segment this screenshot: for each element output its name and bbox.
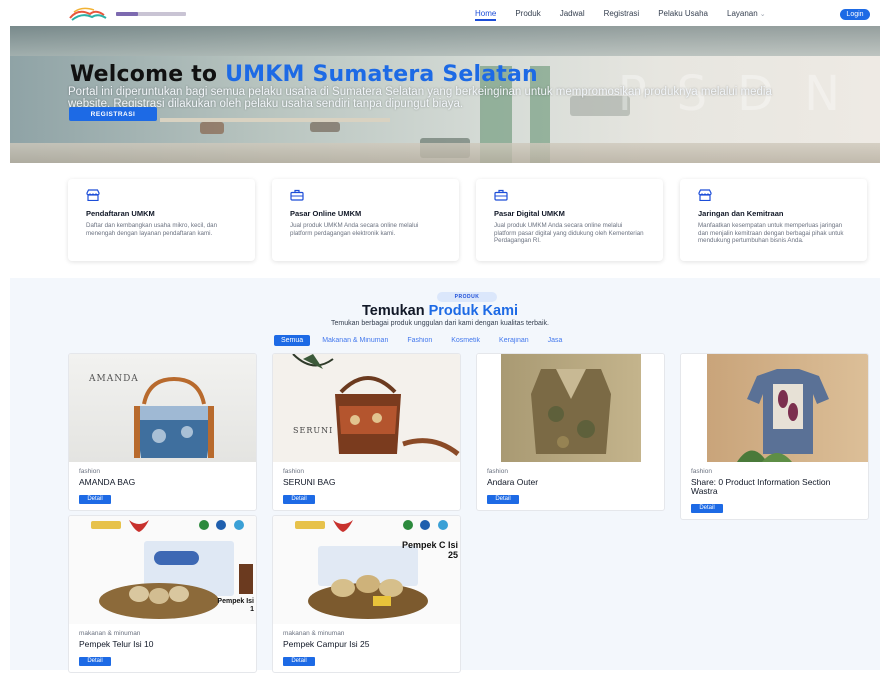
nav-produk[interactable]: Produk bbox=[515, 9, 540, 18]
feature-title: Pendaftaran UMKM bbox=[86, 209, 155, 218]
product-category: makanan & minuman bbox=[79, 630, 141, 637]
product-name[interactable]: Share: 0 Product Information Section Was… bbox=[691, 478, 858, 496]
product-image: SERUNI bbox=[273, 354, 460, 462]
product-name[interactable]: Pempek Telur Isi 10 bbox=[79, 640, 246, 649]
nav-jadwal[interactable]: Jadwal bbox=[560, 9, 585, 18]
briefcase-icon bbox=[494, 189, 508, 201]
nav-registrasi[interactable]: Registrasi bbox=[604, 9, 640, 18]
umkm-logo[interactable] bbox=[68, 6, 194, 22]
product-image: Pempek Isi 1 bbox=[69, 516, 256, 624]
category-filters: Semua Makanan & Minuman Fashion Kosmetik… bbox=[274, 335, 581, 346]
product-category: fashion bbox=[79, 468, 100, 475]
product-category: fashion bbox=[691, 468, 712, 475]
nav-pelaku-usaha[interactable]: Pelaku Usaha bbox=[658, 9, 708, 18]
briefcase-icon bbox=[290, 189, 304, 201]
hero-title-prefix: Welcome to bbox=[70, 62, 226, 87]
feature-title: Pasar Online UMKM bbox=[290, 209, 362, 218]
product-image: Pempek C Isi 25 bbox=[273, 516, 460, 624]
hero-decor bbox=[10, 143, 880, 163]
feature-card: Pasar Digital UMKM Jual produk UMKM Anda… bbox=[476, 179, 663, 261]
hero-subtitle: Portal ini diperuntukan bagi semua pelak… bbox=[68, 86, 772, 110]
section-badge: PRODUK bbox=[437, 292, 497, 302]
product-card[interactable]: SERUNI fashion SERUNI BAG Detail bbox=[272, 353, 461, 511]
hero-banner: PSDN Welcome to UMKM Sumatera Selatan Po… bbox=[10, 26, 880, 163]
feature-card: Pasar Online UMKM Jual produk UMKM Anda … bbox=[272, 179, 459, 261]
shirt-illustration bbox=[737, 369, 829, 462]
detail-button[interactable]: Detail bbox=[79, 494, 111, 504]
product-name[interactable]: AMANDA BAG bbox=[79, 478, 246, 487]
chevron-down-icon: ⌄ bbox=[759, 10, 766, 18]
store-icon bbox=[86, 189, 100, 202]
products-title-prefix: Temukan bbox=[361, 303, 429, 319]
hero-decor bbox=[310, 122, 340, 132]
detail-button[interactable]: Detail bbox=[79, 656, 111, 666]
feature-title: Jaringan dan Kemitraan bbox=[698, 209, 784, 218]
product-image bbox=[681, 354, 868, 462]
product-name[interactable]: Pempek Campur Isi 25 bbox=[283, 640, 450, 649]
feature-desc: Jual produk UMKM Anda secara online mela… bbox=[290, 222, 419, 237]
product-image bbox=[477, 354, 664, 462]
product-card[interactable]: AMANDA fashion AMANDA BAG Detail bbox=[68, 353, 257, 511]
feature-desc: Daftar dan kembangkan usaha mikro, kecil… bbox=[86, 222, 218, 237]
product-category: fashion bbox=[487, 468, 508, 475]
nav-links: Home Produk Jadwal Registrasi Pelaku Usa… bbox=[475, 0, 785, 26]
product-image-text: Pempek Isi 1 bbox=[217, 598, 254, 613]
nav-home[interactable]: Home bbox=[475, 9, 497, 21]
filter-jasa[interactable]: Jasa bbox=[548, 337, 563, 344]
feature-cards: Pendaftaran UMKM Daftar dan kembangkan u… bbox=[68, 179, 868, 261]
login-button[interactable]: Login bbox=[840, 9, 870, 20]
hero-decor bbox=[200, 122, 224, 134]
navbar: Home Produk Jadwal Registrasi Pelaku Usa… bbox=[0, 0, 880, 26]
detail-button[interactable]: Detail bbox=[283, 656, 315, 666]
pempek-illustration bbox=[295, 520, 448, 619]
product-card[interactable]: fashion Share: 0 Product Information Sec… bbox=[680, 353, 869, 520]
feature-desc: Manfaatkan kesempatan untuk memperluas j… bbox=[698, 222, 844, 245]
filter-kerajinan[interactable]: Kerajinan bbox=[499, 337, 529, 344]
filter-fashion[interactable]: Fashion bbox=[407, 337, 432, 344]
product-category: fashion bbox=[283, 468, 304, 475]
products-subtitle: Temukan berbagai produk unggulan dari ka… bbox=[331, 320, 549, 327]
product-image-text: Pempek C Isi 25 bbox=[401, 540, 458, 560]
filter-semua[interactable]: Semua bbox=[274, 335, 311, 346]
product-card[interactable]: Pempek C Isi 25 makanan & minuman Pempek… bbox=[272, 515, 461, 673]
products-title-highlight: Produk Kami bbox=[428, 303, 519, 319]
product-name[interactable]: Andara Outer bbox=[487, 478, 654, 487]
feature-card: Pendaftaran UMKM Daftar dan kembangkan u… bbox=[68, 179, 255, 261]
bag-illustration bbox=[134, 376, 214, 458]
registrasi-button[interactable]: REGISTRASI bbox=[69, 107, 157, 121]
nav-layanan-label: Layanan bbox=[727, 8, 758, 18]
hero-title: Welcome to UMKM Sumatera Selatan bbox=[70, 62, 538, 87]
filter-kosmetik[interactable]: Kosmetik bbox=[451, 337, 480, 344]
outer-illustration bbox=[531, 369, 611, 454]
bag-illustration bbox=[292, 354, 460, 456]
hero-title-highlight: UMKM Sumatera Selatan bbox=[225, 62, 538, 87]
product-card[interactable]: Pempek Isi 1 makanan & minuman Pempek Te… bbox=[68, 515, 257, 673]
products-title: Temukan Produk Kami bbox=[0, 303, 880, 319]
detail-button[interactable]: Detail bbox=[283, 494, 315, 504]
product-category: makanan & minuman bbox=[283, 630, 345, 637]
filter-makanan-minuman[interactable]: Makanan & Minuman bbox=[322, 337, 388, 344]
feature-desc: Jual produk UMKM Anda secara online mela… bbox=[494, 222, 644, 245]
product-image: AMANDA bbox=[69, 354, 256, 462]
feature-card: Jaringan dan Kemitraan Manfaatkan kesemp… bbox=[680, 179, 867, 261]
product-card[interactable]: fashion Andara Outer Detail bbox=[476, 353, 665, 511]
nav-layanan[interactable]: Layanan ⌄ bbox=[727, 9, 766, 18]
product-name[interactable]: SERUNI BAG bbox=[283, 478, 450, 487]
detail-button[interactable]: Detail bbox=[487, 494, 519, 504]
store-icon bbox=[698, 189, 712, 202]
feature-title: Pasar Digital UMKM bbox=[494, 209, 565, 218]
hero-background bbox=[10, 26, 880, 56]
detail-button[interactable]: Detail bbox=[691, 503, 723, 513]
